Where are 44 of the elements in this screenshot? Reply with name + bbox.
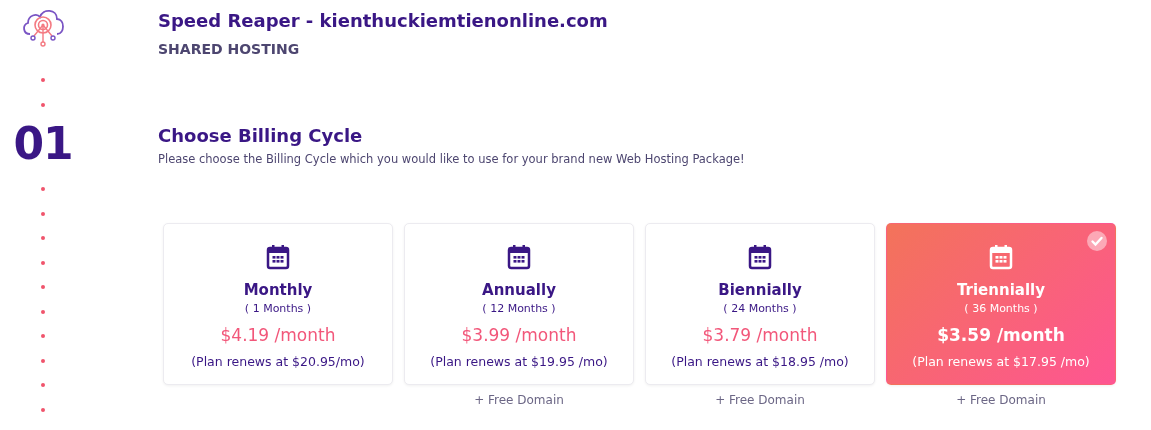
plan-duration: ( 24 Months )	[723, 301, 797, 317]
plan-duration: ( 12 Months )	[482, 301, 556, 317]
product-subtitle: SHARED HOSTING	[158, 40, 301, 58]
step-dot	[41, 407, 45, 412]
calendar-icon	[507, 244, 531, 270]
free-domain-note: + Free Domain	[956, 392, 1046, 408]
step-dot	[41, 78, 45, 82]
renewal-price: (Plan renews at $19.95 /mo)	[430, 353, 608, 371]
step-dot	[41, 285, 45, 289]
step-dot	[41, 309, 45, 314]
step-dot	[41, 358, 45, 363]
calendar-icon	[748, 244, 772, 270]
plan-price: $3.79 /month	[702, 324, 818, 346]
plan-duration: ( 1 Months )	[244, 301, 312, 317]
renewal-price: (Plan renews at $17.95 /mo)	[912, 353, 1090, 371]
plan-card[interactable]: Biennially ( 24 Months ) $3.79 /month (Plan renews at $18.95 /mo)	[645, 223, 875, 385]
plan-name: Triennially	[957, 280, 1045, 300]
step-dot	[41, 334, 45, 338]
plan-name: Biennially	[718, 280, 802, 300]
step-number: 01	[13, 121, 73, 167]
step-dot	[41, 236, 45, 240]
check-icon	[1087, 231, 1107, 251]
plan-price: $3.99 /month	[461, 324, 577, 346]
free-domain-note: + Free Domain	[715, 392, 805, 408]
product-title: Speed Reaper - kienthuckiemtienonline.com	[158, 9, 609, 33]
step-dot	[41, 383, 45, 387]
step-description: Please choose the Billing Cycle which you would like to use for your brand new Web Hosting Package!	[158, 151, 746, 167]
renewal-price: (Plan renews at $18.95 /mo)	[671, 353, 849, 371]
step-title: Choose Billing Cycle	[158, 124, 364, 148]
step-dot	[41, 103, 45, 107]
plan-card[interactable]: Monthly ( 1 Months ) $4.19 /month (Plan renews at $20.95/mo)	[163, 223, 393, 385]
renewal-price: (Plan renews at $20.95/mo)	[191, 353, 365, 371]
plan-name: Annually	[482, 280, 556, 300]
plan-price: $4.19 /month	[220, 324, 336, 346]
plan-price: $3.59 /month	[937, 324, 1065, 346]
step-dot	[41, 211, 45, 216]
calendar-icon	[266, 244, 290, 270]
step-dot	[41, 187, 45, 191]
plan-duration: ( 36 Months )	[964, 301, 1038, 317]
plan-name: Monthly	[243, 280, 313, 300]
free-domain-note: + Free Domain	[474, 392, 564, 408]
calendar-icon	[989, 244, 1013, 270]
plan-card[interactable]: Annually ( 12 Months ) $3.99 /month (Plan renews at $19.95 /mo)	[404, 223, 634, 385]
step-dot	[41, 260, 45, 265]
